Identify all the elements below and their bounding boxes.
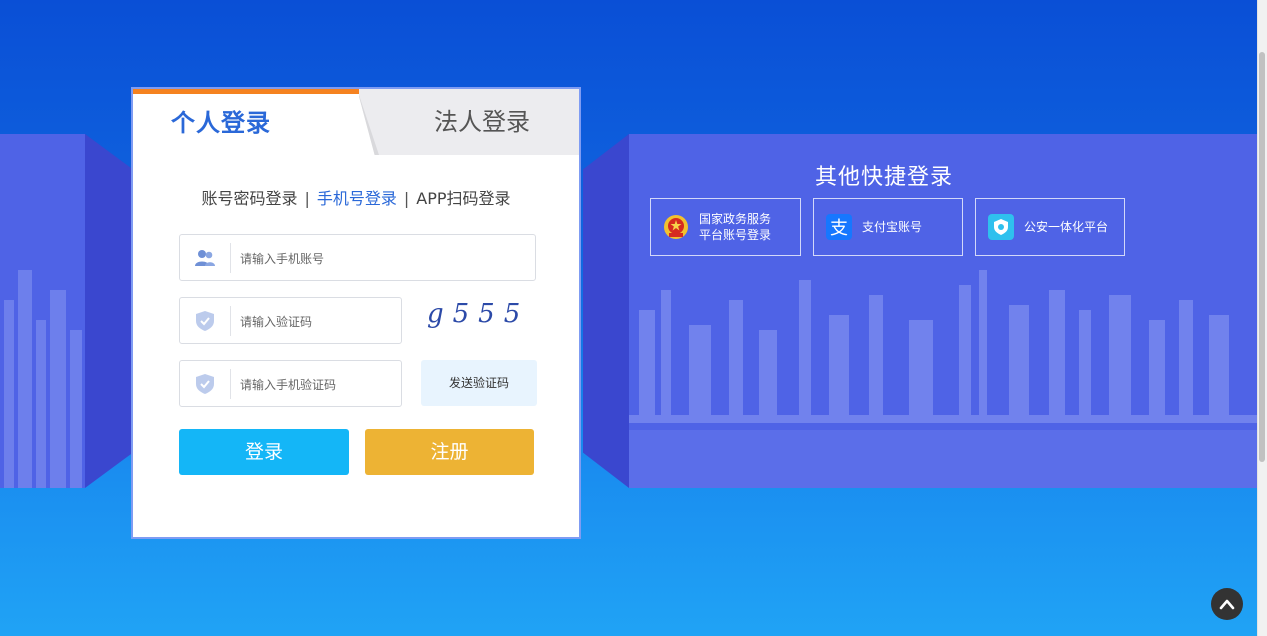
method-phone[interactable]: 手机号登录 [317,189,397,208]
alipay-icon: 支 [826,214,852,240]
method-account-password[interactable]: 账号密码登录 [201,189,297,208]
tab-legal-login[interactable]: 法人登录 [357,89,579,155]
police-badge-icon [988,214,1014,240]
captcha-image[interactable]: g555 [427,299,537,339]
phone-account-field[interactable] [179,234,536,281]
field-divider [230,306,231,336]
send-code-button[interactable]: 发送验证码 [421,360,537,406]
field-divider [230,243,231,273]
city-skyline-right [629,270,1259,488]
banner-fold-right [583,134,629,488]
page-scrollbar[interactable] [1257,0,1267,636]
register-button[interactable]: 注册 [365,429,534,475]
other-login-title: 其他快捷登录 [814,165,953,190]
alipay-login-button[interactable]: 支 支付宝账号 [813,198,963,256]
captcha-input[interactable] [238,306,392,338]
arrow-up-icon [1219,599,1235,610]
login-tabs: 法人登录 个人登录 [133,89,579,155]
alipay-label: 支付宝账号 [862,220,923,234]
city-skyline-left [4,270,82,488]
user-icon [194,247,216,269]
banner-fold-left [85,134,133,488]
phone-account-input[interactable] [238,243,522,275]
tab-personal-login[interactable]: 个人登录 [133,89,359,155]
back-to-top-button[interactable] [1211,588,1243,620]
gov-platform-login-button[interactable]: 国家政务服务 平台账号登录 [650,198,801,256]
method-separator: | [304,189,310,208]
gov-platform-line2: 平台账号登录 [699,228,772,242]
captcha-field[interactable] [179,297,402,344]
scrollbar-thumb[interactable] [1259,52,1265,462]
svg-text:支: 支 [830,218,848,239]
shield-check-icon [194,310,216,332]
gov-platform-line1: 国家政务服务 [699,212,772,226]
gov-platform-label: 国家政务服务 平台账号登录 [699,199,771,255]
sms-code-field[interactable] [179,360,402,407]
police-platform-label: 公安一体化平台 [1024,220,1109,234]
login-method-selector: 账号密码登录 | 手机号登录 | APP扫码登录 [133,185,579,209]
field-divider [230,369,231,399]
sms-code-input[interactable] [238,369,392,401]
shield-check-icon [194,373,216,395]
police-platform-login-button[interactable]: 公安一体化平台 [975,198,1125,256]
login-card: 法人登录 个人登录 账号密码登录 | 手机号登录 | APP扫码登录 g555 [131,87,581,539]
national-emblem-icon [663,214,689,240]
login-button[interactable]: 登录 [179,429,349,475]
method-separator: | [403,189,410,208]
method-app-scan[interactable]: APP扫码登录 [416,189,510,208]
